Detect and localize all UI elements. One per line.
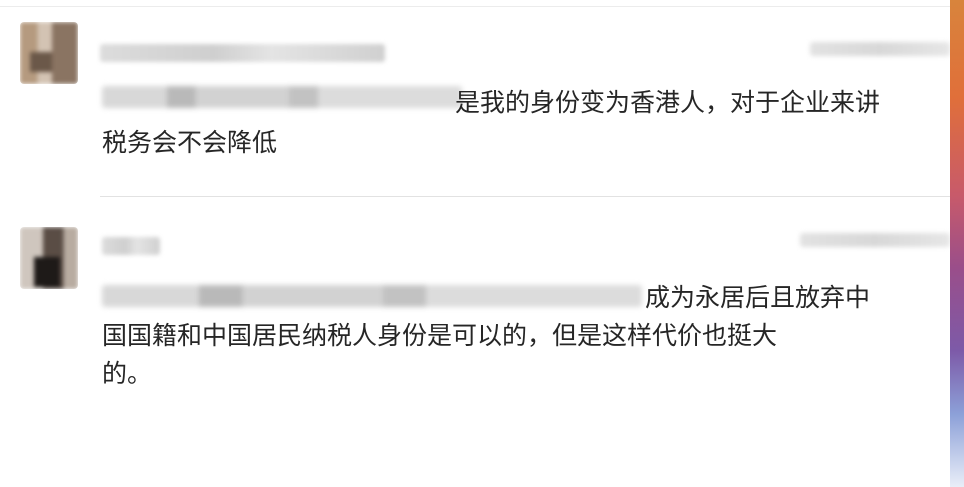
avatar[interactable] [20, 227, 78, 289]
timestamp-redacted [810, 42, 950, 56]
username-redacted[interactable] [102, 237, 160, 255]
avatar[interactable] [20, 22, 78, 84]
comment-item: 是我的身份变为香港人，对于企业来讲 税务会不会降低 [0, 0, 950, 196]
comment-text-line: 成为永居后且放弃中 [645, 283, 871, 312]
comment-text-line: 税务会不会降低 [102, 128, 278, 157]
comment-text-line: 的。 [102, 359, 153, 388]
comment-item: 成为永居后且放弃中 国国籍和中国居民纳税人身份是可以的，但是这样代价也挺大 的。 [0, 197, 950, 487]
comment-text-redacted [102, 86, 462, 108]
background-edge-strip [950, 0, 964, 487]
comment-text-redacted [102, 285, 642, 307]
timestamp-redacted [800, 233, 950, 247]
comment-text-line: 是我的身份变为香港人，对于企业来讲 [455, 88, 881, 117]
comment-text-line: 国国籍和中国居民纳税人身份是可以的，但是这样代价也挺大 [102, 321, 778, 350]
username-redacted[interactable] [100, 44, 385, 62]
